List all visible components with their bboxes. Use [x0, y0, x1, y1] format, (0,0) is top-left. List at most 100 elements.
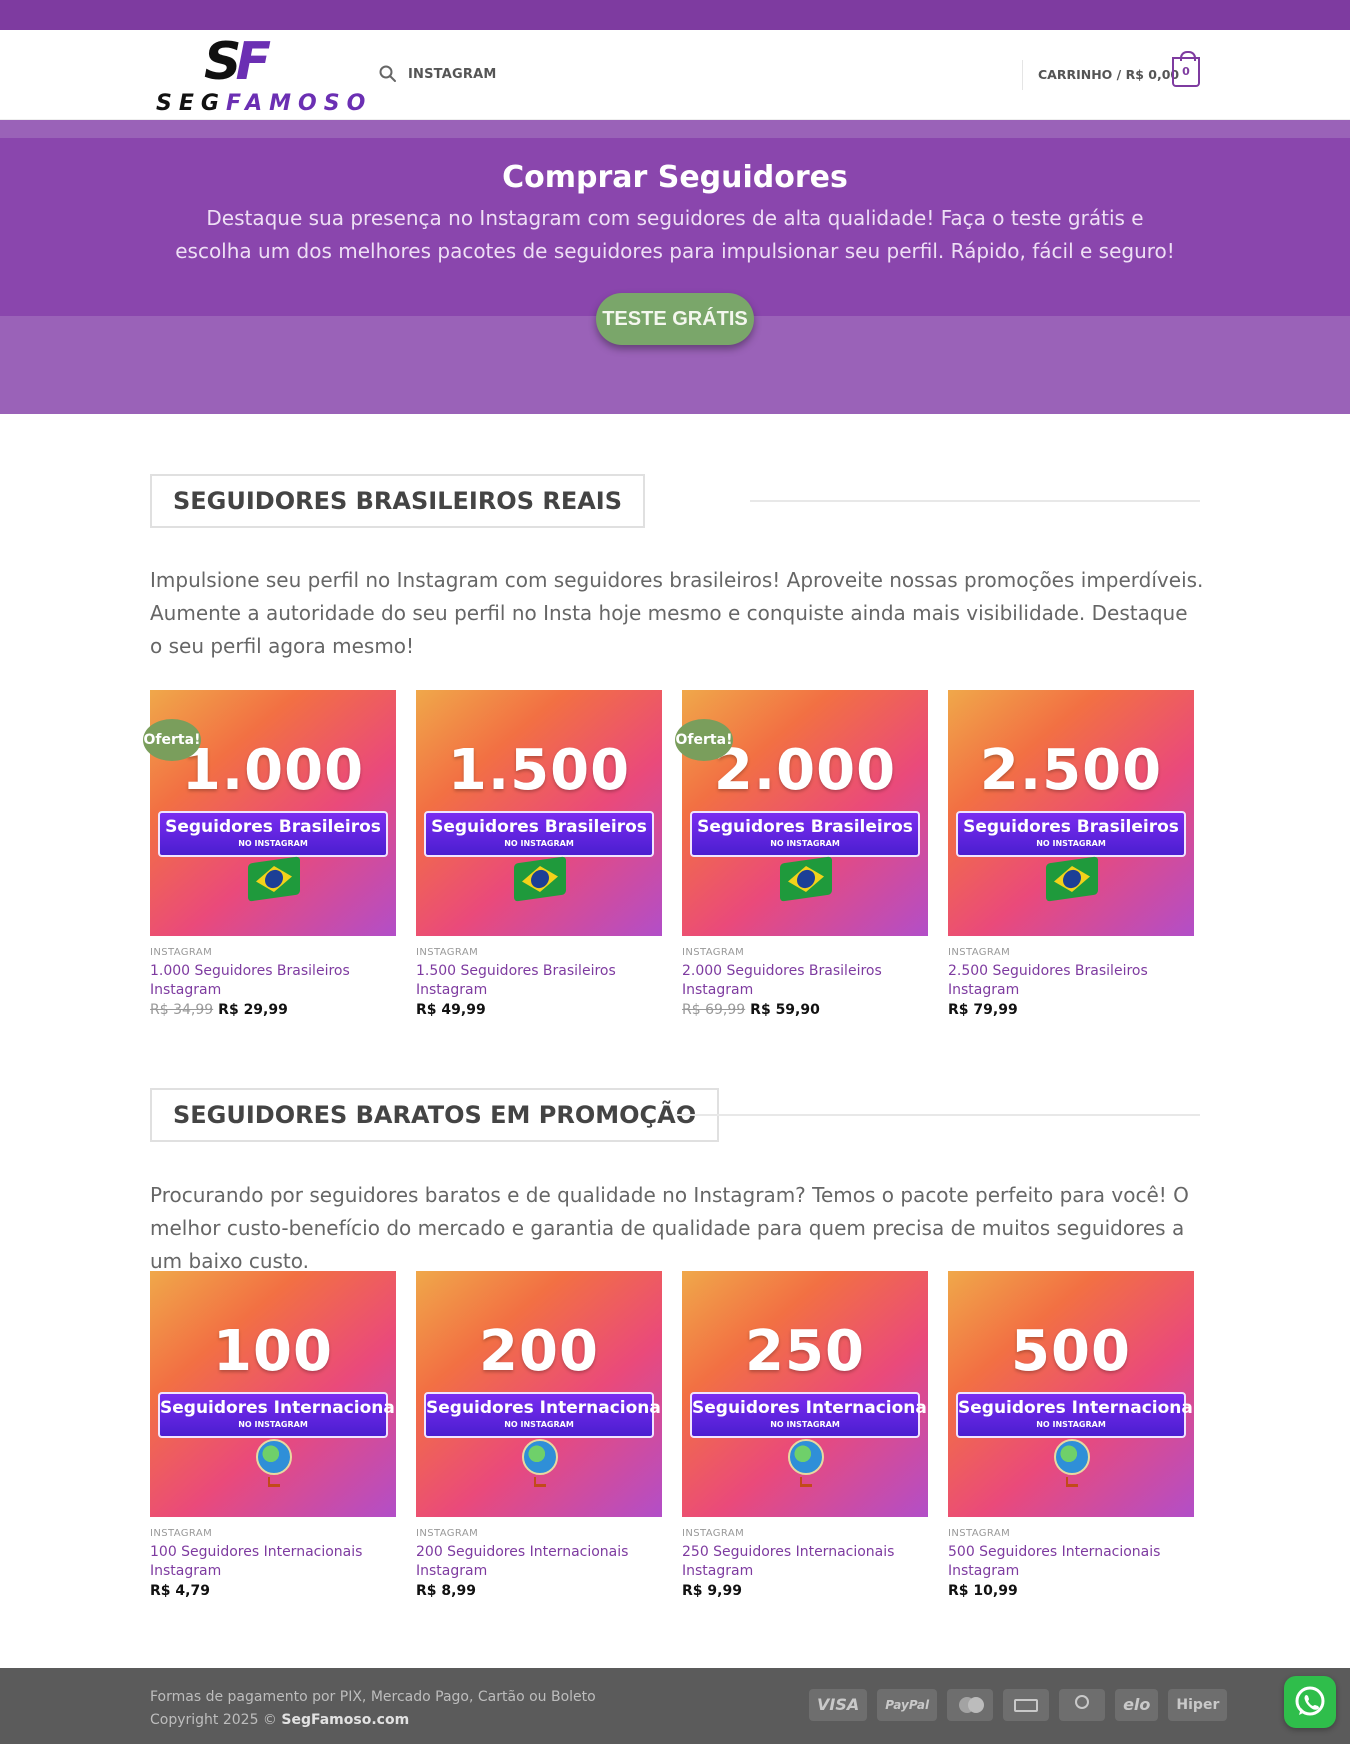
product-category[interactable]: INSTAGRAM: [948, 947, 1194, 958]
product-card[interactable]: 2.500 Seguidores Brasileiros NO INSTAGRAM I…: [948, 690, 1194, 1020]
product-image-ribbon-text: Seguidores Brasileiros: [165, 817, 381, 837]
product-image-ribbon-sub: NO INSTAGRAM: [770, 839, 840, 848]
cart-count-badge[interactable]: 0: [1172, 51, 1200, 87]
section-title-row-baratos: SEGUIDORES BARATOS EM PROMOÇÃO: [150, 1088, 1200, 1142]
product-image-number: 100: [213, 1319, 333, 1384]
sale-badge: Oferta!: [675, 719, 733, 761]
product-image-ribbon: Seguidores Brasileiros NO INSTAGRAM: [690, 811, 920, 857]
product-name-link[interactable]: 500 Seguidores Internacionais Instagram: [948, 1543, 1194, 1581]
product-name-link[interactable]: 100 Seguidores Internacionais Instagram: [150, 1543, 396, 1581]
product-card[interactable]: 500 Seguidores Internacionais NO INSTAGRAM…: [948, 1271, 1194, 1601]
globe-stand: [534, 1477, 546, 1487]
product-image-ribbon-text: Seguidores Internacionais: [692, 1398, 928, 1418]
product-image-ribbon-text: Seguidores Brasileiros: [697, 817, 913, 837]
search-icon[interactable]: [378, 64, 398, 84]
brazil-flag-icon: [1046, 856, 1098, 902]
product-card[interactable]: 1.000 Seguidores Brasileiros NO INSTAGRAM O…: [143, 690, 396, 1020]
product-image-ribbon-text: Seguidores Internacionais: [958, 1398, 1194, 1418]
product-image-ribbon-text: Seguidores Brasileiros: [431, 817, 647, 837]
product-category[interactable]: INSTAGRAM: [682, 947, 928, 958]
sale-badge: Oferta!: [143, 719, 201, 761]
globe-stand: [268, 1477, 280, 1487]
product-image[interactable]: 1.500 Seguidores Brasileiros NO INSTAGRAM: [416, 690, 662, 936]
product-image[interactable]: 500 Seguidores Internacionais NO INSTAGRAM: [948, 1271, 1194, 1517]
globe-icon: [522, 1439, 558, 1475]
product-price: R$ 69,99 R$ 59,90: [682, 1001, 928, 1020]
section-description-baratos: Procurando por seguidores baratos e de q…: [150, 1183, 1189, 1273]
product-image-ribbon-text: Seguidores Internacionais: [160, 1398, 396, 1418]
globe-icon: [1054, 1439, 1090, 1475]
product-image[interactable]: 250 Seguidores Internacionais NO INSTAGRAM: [682, 1271, 928, 1517]
product-old-price: R$ 34,99: [150, 1002, 214, 1018]
product-image[interactable]: 2.500 Seguidores Brasileiros NO INSTAGRAM: [948, 690, 1194, 936]
product-price: R$ 8,99: [416, 1582, 662, 1601]
product-current-price: R$ 4,79: [150, 1583, 210, 1599]
product-image-ribbon-sub: NO INSTAGRAM: [770, 1420, 840, 1429]
product-image[interactable]: 100 Seguidores Internacionais NO INSTAGRAM: [150, 1271, 396, 1517]
product-category[interactable]: INSTAGRAM: [682, 1528, 928, 1539]
product-image-ribbon-sub: NO INSTAGRAM: [1036, 839, 1106, 848]
product-image-number: 250: [745, 1319, 865, 1384]
cash-icon: [1003, 1689, 1050, 1721]
product-image[interactable]: 200 Seguidores Internacionais NO INSTAGRAM: [416, 1271, 662, 1517]
hero-title: Comprar Seguidores: [502, 160, 848, 195]
product-card[interactable]: 250 Seguidores Internacionais NO INSTAGRAM…: [682, 1271, 928, 1601]
product-name-link[interactable]: 2.000 Seguidores Brasileiros Instagram: [682, 962, 928, 1000]
product-current-price: R$ 49,99: [416, 1002, 486, 1018]
product-old-price: R$ 69,99: [682, 1002, 746, 1018]
product-image-ribbon: Seguidores Brasileiros NO INSTAGRAM: [956, 811, 1186, 857]
section-title-divider: [675, 1114, 1200, 1116]
product-category[interactable]: INSTAGRAM: [150, 1528, 396, 1539]
product-image-ribbon: Seguidores Internacionais NO INSTAGRAM: [956, 1392, 1194, 1438]
hero-subtitle: Destaque sua presença no Instagram com s…: [175, 206, 1175, 263]
nav-link-instagram[interactable]: INSTAGRAM: [408, 67, 496, 82]
product-category[interactable]: INSTAGRAM: [948, 1528, 1194, 1539]
product-current-price: R$ 9,99: [682, 1583, 742, 1599]
product-image-ribbon: Seguidores Internacionais NO INSTAGRAM: [158, 1392, 396, 1438]
free-trial-button[interactable]: TESTE GRÁTIS: [596, 293, 754, 345]
product-current-price: R$ 29,99: [218, 1002, 288, 1018]
visa-icon: VISA: [809, 1689, 868, 1721]
whatsapp-button[interactable]: [1284, 1676, 1336, 1728]
product-image-ribbon-text: Seguidores Brasileiros: [963, 817, 1179, 837]
hiper-icon: Hiper: [1168, 1689, 1228, 1721]
globe-stand: [800, 1477, 812, 1487]
product-card[interactable]: 200 Seguidores Internacionais NO INSTAGRAM…: [416, 1271, 662, 1601]
product-image-ribbon-sub: NO INSTAGRAM: [238, 839, 308, 848]
product-name-link[interactable]: 250 Seguidores Internacionais Instagram: [682, 1543, 928, 1581]
product-card[interactable]: 2.000 Seguidores Brasileiros NO INSTAGRAM O…: [675, 690, 928, 1020]
product-price: R$ 79,99: [948, 1001, 1194, 1020]
globe-icon: [788, 1439, 824, 1475]
product-card[interactable]: 100 Seguidores Internacionais NO INSTAGRAM…: [150, 1271, 396, 1601]
product-name-link[interactable]: 200 Seguidores Internacionais Instagram: [416, 1543, 662, 1581]
product-category[interactable]: INSTAGRAM: [150, 947, 396, 958]
product-category[interactable]: INSTAGRAM: [416, 1528, 662, 1539]
section-title-divider: [750, 500, 1200, 502]
product-price: R$ 49,99: [416, 1001, 662, 1020]
product-card[interactable]: 1.500 Seguidores Brasileiros NO INSTAGRAM I…: [416, 690, 662, 1020]
header-divider: [1022, 60, 1023, 90]
product-category[interactable]: INSTAGRAM: [416, 947, 662, 958]
site-logo[interactable]: SF SEGFAMOSO: [154, 32, 365, 117]
product-current-price: R$ 8,99: [416, 1583, 476, 1599]
copyright-text: Copyright 2025 © SegFamoso.com: [150, 1712, 410, 1728]
product-name-link[interactable]: 1.000 Seguidores Brasileiros Instagram: [150, 962, 396, 1000]
section-title-row-brasileiros: SEGUIDORES BRASILEIROS REAIS: [150, 474, 1200, 528]
copyright-brand-link[interactable]: SegFamoso.com: [281, 1712, 409, 1728]
elo-icon: elo: [1115, 1689, 1159, 1721]
cart-link[interactable]: CARRINHO / R$ 0,00: [1038, 67, 1179, 82]
product-image-ribbon: Seguidores Brasileiros NO INSTAGRAM: [158, 811, 388, 857]
product-image-number: 500: [1011, 1319, 1131, 1384]
logo-mark: SF: [204, 32, 271, 92]
whatsapp-icon: [1295, 1686, 1325, 1716]
product-image-ribbon-sub: NO INSTAGRAM: [504, 839, 574, 848]
product-price: R$ 4,79: [150, 1582, 396, 1601]
globe-stand: [1066, 1477, 1078, 1487]
product-image-ribbon: Seguidores Brasileiros NO INSTAGRAM: [424, 811, 654, 857]
product-name-link[interactable]: 2.500 Seguidores Brasileiros Instagram: [948, 962, 1194, 1000]
section-title-brasileiros: SEGUIDORES BRASILEIROS REAIS: [150, 474, 646, 528]
section-description-brasileiros: Impulsione seu perfil no Instagram com s…: [150, 568, 1204, 658]
product-image-ribbon-sub: NO INSTAGRAM: [238, 1420, 308, 1429]
site-header: SF SEGFAMOSO INSTAGRAM CARRINHO / R$ 0,0…: [0, 30, 1350, 120]
product-name-link[interactable]: 1.500 Seguidores Brasileiros Instagram: [416, 962, 662, 1000]
